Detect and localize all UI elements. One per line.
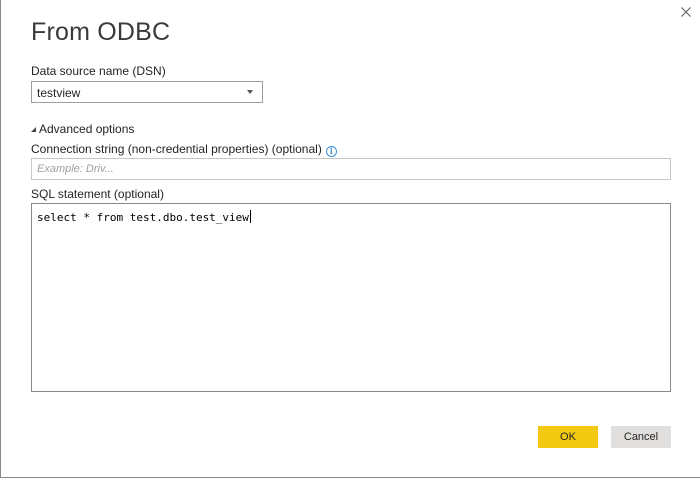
connection-string-label-row: Connection string (non-credential proper… xyxy=(31,142,337,157)
cancel-button[interactable]: Cancel xyxy=(611,426,671,448)
expand-triangle-icon xyxy=(31,127,36,132)
from-odbc-dialog: From ODBC Data source name (DSN) testvie… xyxy=(0,0,700,478)
ok-button[interactable]: OK xyxy=(538,426,598,448)
advanced-options-toggle[interactable]: Advanced options xyxy=(31,122,134,136)
chevron-down-icon xyxy=(247,90,253,94)
dialog-title: From ODBC xyxy=(31,18,171,46)
close-button[interactable] xyxy=(673,0,699,24)
dsn-selected-value: testview xyxy=(37,86,81,100)
connection-string-input[interactable]: Example: Driv... xyxy=(31,158,671,180)
advanced-options-label: Advanced options xyxy=(39,122,135,136)
connection-string-label: Connection string (non-credential proper… xyxy=(31,142,322,156)
sql-statement-text: select * from test.dbo.test_view xyxy=(37,211,249,224)
text-cursor xyxy=(249,210,251,223)
close-icon xyxy=(681,7,691,17)
connection-string-placeholder: Example: Driv... xyxy=(37,163,114,175)
info-icon[interactable]: i xyxy=(325,145,337,157)
dsn-label: Data source name (DSN) xyxy=(31,64,166,78)
dsn-dropdown[interactable]: testview xyxy=(31,81,263,103)
sql-statement-label: SQL statement (optional) xyxy=(31,187,164,201)
sql-statement-textarea[interactable]: select * from test.dbo.test_view xyxy=(31,203,671,392)
